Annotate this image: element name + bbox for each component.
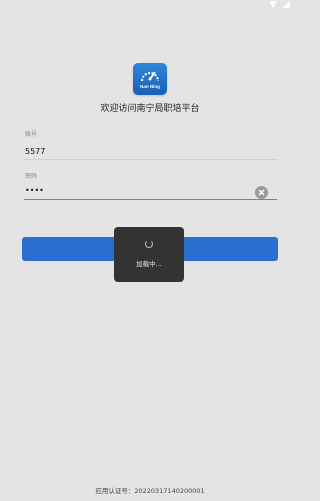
wifi-icon — [269, 1, 277, 8]
status-bar — [0, 0, 300, 12]
logo-text: Nan Ning — [140, 84, 160, 89]
password-input[interactable]: •••• — [25, 186, 44, 195]
password-label: 密码 — [25, 173, 38, 180]
welcome-title: 欢迎访问南宁局职培平台 — [100, 104, 200, 114]
loading-spinner-icon — [145, 239, 153, 248]
close-icon — [258, 189, 265, 196]
account-label: 账号 — [25, 131, 38, 138]
account-underline — [24, 159, 277, 160]
account-input[interactable]: 5577 — [25, 147, 45, 156]
status-icons — [269, 1, 290, 8]
loading-text: 加载中... — [136, 259, 162, 268]
password-underline — [24, 199, 277, 200]
loading-dialog: 加载中... — [114, 227, 184, 282]
speedometer-icon — [141, 71, 159, 82]
clear-password-button[interactable] — [255, 186, 268, 199]
app-logo: Nan Ning — [133, 63, 167, 95]
app-certification-number: 应用认证号：20220317140200001 — [95, 487, 205, 495]
signal-icon — [282, 1, 290, 8]
